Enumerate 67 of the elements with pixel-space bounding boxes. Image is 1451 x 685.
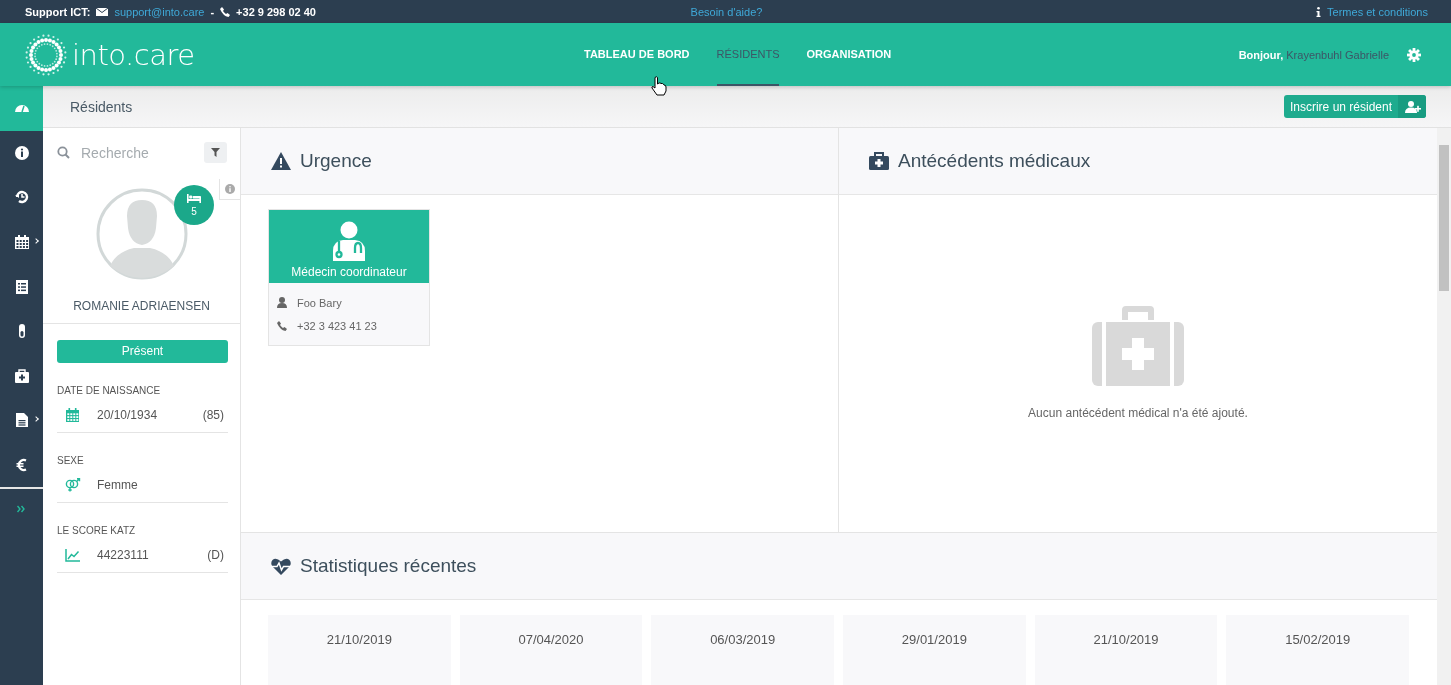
field-extra: (D) [207, 548, 225, 562]
phone-icon [277, 320, 287, 331]
status-badge: Présent [57, 340, 228, 363]
heartbeat-icon [271, 557, 291, 575]
room-number: 5 [191, 205, 197, 217]
checklist-icon [13, 278, 30, 295]
field-label: SEXE [57, 455, 85, 466]
field-label: LE SCORE KATZ [57, 525, 137, 536]
medical-kit-icon [13, 367, 30, 384]
envelope-icon [96, 6, 109, 17]
help-link[interactable]: Besoin d'aide? [690, 5, 763, 18]
nav-tab[interactable]: ORGANISATION [806, 23, 892, 86]
document-icon [13, 412, 30, 429]
field-extra: (85) [202, 408, 225, 422]
section-title: Urgence [300, 150, 372, 172]
separator-text: - [210, 5, 215, 18]
greeting-text: Bonjour, [1238, 48, 1284, 61]
doctor-icon [331, 221, 367, 261]
info-icon [1316, 6, 1322, 17]
empty-message: Aucun antécédent médical n'a été ajouté. [1028, 406, 1248, 420]
gender-icon [65, 478, 81, 492]
field-value: Femme [97, 478, 139, 492]
section-title: Antécédents médicaux [898, 150, 1091, 172]
contact-name: Foo Bary [297, 296, 342, 309]
bed-icon [187, 193, 201, 203]
stat-date: 07/04/2020 [518, 632, 584, 649]
nav-tab[interactable]: TABLEAU DE BORD [584, 23, 690, 86]
support-email-link[interactable]: support@into.care [114, 5, 205, 18]
add-user-icon [1405, 100, 1421, 113]
medical-kit-icon [869, 152, 889, 170]
section-title: Statistiques récentes [300, 555, 477, 577]
contact-phone: +32 3 423 41 23 [297, 319, 377, 332]
calendar-icon [65, 408, 81, 422]
user-name: Krayenbuhl Gabrielle [1286, 48, 1389, 61]
medical-kit-icon [1092, 306, 1184, 386]
contact-role: Médecin coordinateur [291, 265, 407, 279]
field-label: DATE DE NAISSANCE [57, 385, 162, 396]
history-icon [13, 189, 30, 206]
line-chart-icon [65, 548, 81, 562]
search-field[interactable]: Recherche [79, 143, 193, 162]
page-title: Résidents [70, 98, 133, 115]
stat-date: 29/01/2019 [901, 632, 967, 649]
stat-date: 06/03/2019 [710, 632, 776, 649]
terms-link[interactable]: Termes et conditions [1327, 5, 1428, 18]
warning-icon [271, 152, 291, 170]
support-label: Support ICT: [25, 5, 91, 18]
scrollbar[interactable] [1437, 128, 1451, 685]
phone-icon [220, 6, 231, 17]
search-icon [57, 146, 70, 159]
field-value: 44223111 [97, 548, 150, 562]
stat-date: 21/10/2019 [326, 632, 392, 649]
logo-icon [24, 32, 68, 77]
stat-date: 21/10/2019 [1093, 632, 1159, 649]
user-icon [277, 297, 287, 308]
register-resident-button[interactable]: Inscrire un résident [1283, 95, 1426, 118]
double-chevron-icon[interactable] [17, 505, 25, 514]
info-icon [225, 184, 235, 194]
filter-button[interactable] [204, 142, 227, 163]
hand-cursor-icon [651, 76, 667, 96]
info-icon [13, 144, 30, 161]
funnel-icon [211, 148, 220, 157]
resident-name: ROMANIE ADRIAENSEN [43, 299, 240, 324]
field-value: 20/10/1934 [97, 408, 159, 422]
support-phone: +32 9 298 02 40 [236, 5, 316, 18]
logo-text: into.care [72, 37, 195, 72]
calendar-icon [13, 234, 30, 251]
stat-date: 15/02/2019 [1285, 632, 1351, 649]
